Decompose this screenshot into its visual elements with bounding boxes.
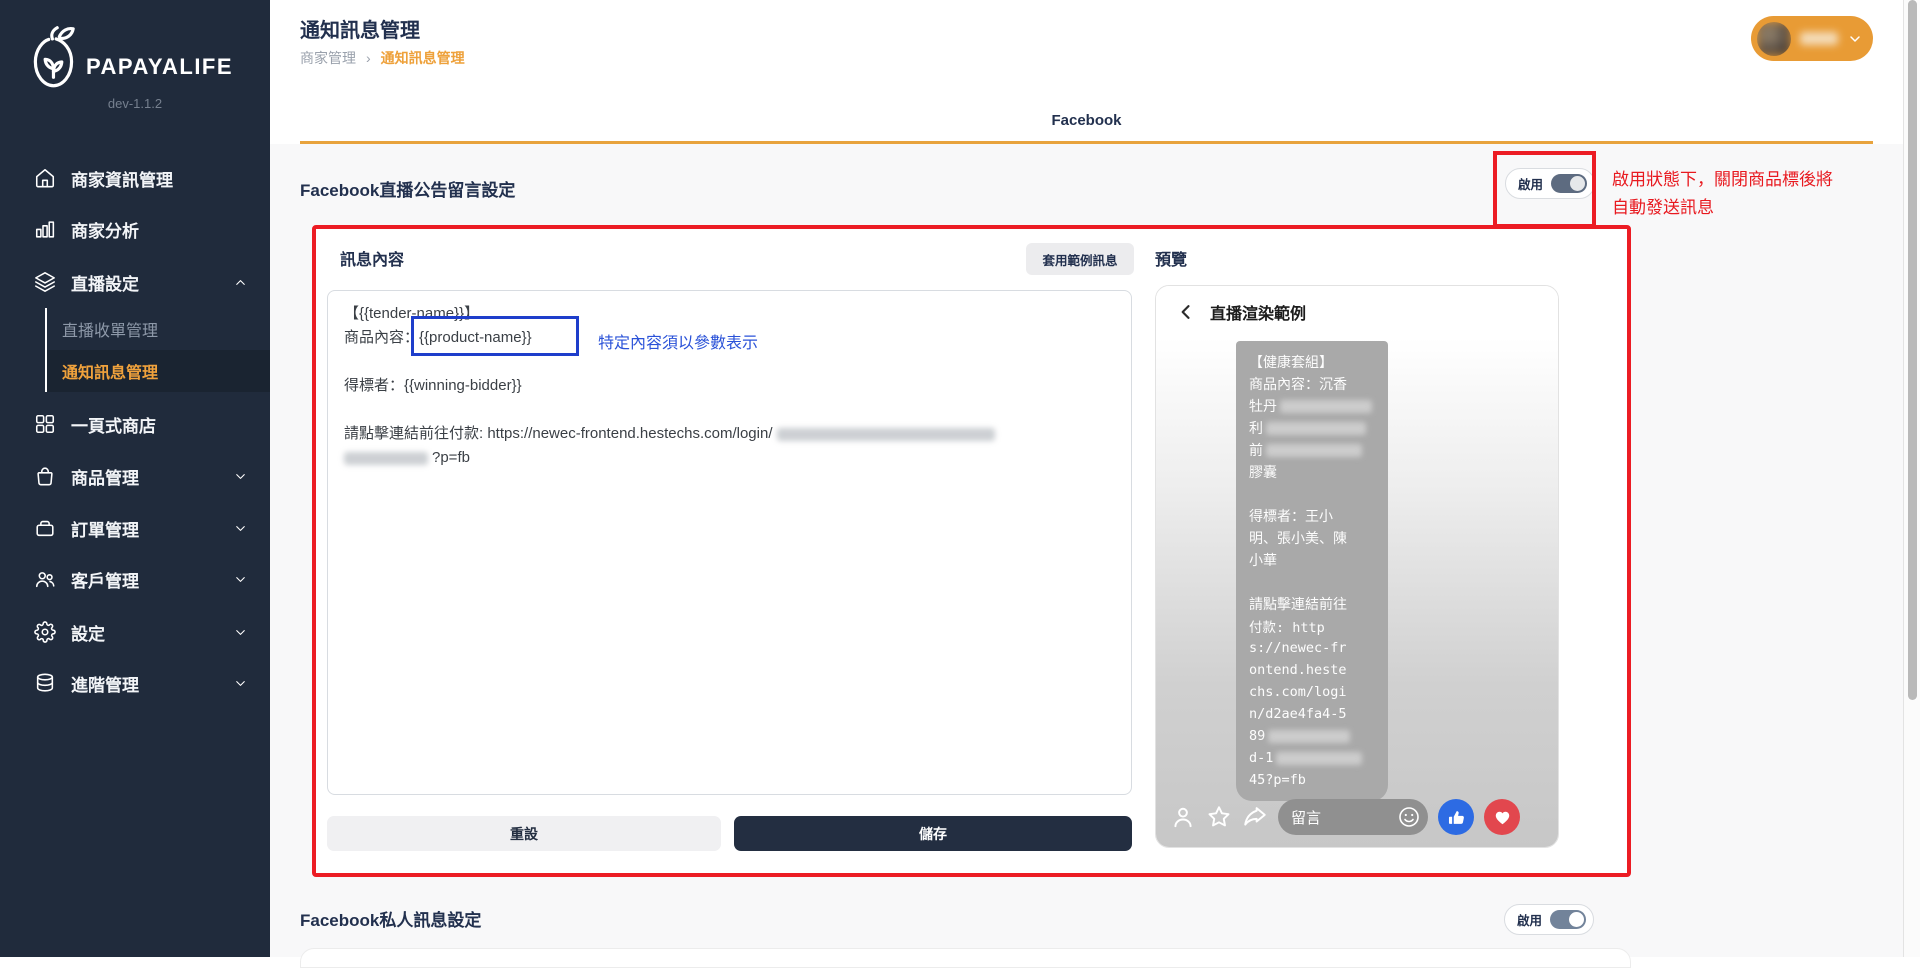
grid-icon <box>34 413 56 435</box>
live-preview-card: 直播渲染範例 【健康套組】 商品內容：沉香 牡丹 利 前 膠囊 得標者：王小 明… <box>1155 285 1559 848</box>
annotation-blue-text: 特定內容須以參數表示 <box>598 329 758 353</box>
sidebar-subitem-notification-messages[interactable]: 通知訊息管理 <box>45 350 270 392</box>
comment-input: 留言 <box>1278 799 1428 835</box>
breadcrumb: 商家管理 › 通知訊息管理 <box>300 48 465 68</box>
message-template-textarea[interactable]: 【{{tender-name}}】 商品內容：{{product-name}} … <box>327 290 1132 795</box>
sidebar-item-label: 一頁式商店 <box>71 412 156 437</box>
users-icon <box>34 568 56 590</box>
database-icon <box>34 672 56 694</box>
chevron-down-icon <box>233 521 248 536</box>
template-blank-line <box>344 350 1115 374</box>
like-button <box>1438 799 1474 835</box>
preview-message-bubble: 【健康套組】 商品內容：沉香 牡丹 利 前 膠囊 得標者：王小 明、張小美、陳 … <box>1236 341 1388 801</box>
redacted-text <box>1280 400 1372 413</box>
template-line: 請點擊連結前往付款: https://newec-frontend.hestec… <box>344 422 1115 446</box>
toggle-switch-on[interactable] <box>1550 910 1586 929</box>
chevron-down-icon <box>233 676 248 691</box>
chevron-down-icon <box>1847 31 1863 47</box>
annotation-red-text: 啟用狀態下，關閉商品標後將 自動發送訊息 <box>1612 166 1833 222</box>
section-title-private-message: Facebook私人訊息設定 <box>300 906 481 931</box>
save-button[interactable]: 儲存 <box>734 816 1132 851</box>
preview-action-bar: 留言 <box>1170 797 1544 837</box>
sidebar: PAPAYALIFE dev-1.1.2 商家資訊管理 商家分析 直播設定 直播… <box>0 0 270 957</box>
order-box-icon <box>34 517 56 539</box>
sidebar-item-label: 設定 <box>71 620 105 645</box>
user-menu-button[interactable] <box>1751 16 1873 61</box>
emoji-icon <box>1397 805 1421 829</box>
back-chevron-icon <box>1176 302 1196 322</box>
reset-button[interactable]: 重設 <box>327 816 721 851</box>
brand-name: PAPAYALIFE <box>86 54 233 80</box>
submenu-indicator-line <box>45 308 47 392</box>
template-line: 【{{tender-name}}】 <box>344 302 1115 326</box>
template-line: 得標者：{{winning-bidder}} <box>344 374 1115 398</box>
toggle-label: 啟用 <box>1518 174 1543 193</box>
comment-placeholder: 留言 <box>1291 807 1321 828</box>
template-line: ?p=fb <box>344 446 1115 470</box>
share-icon <box>1242 804 1268 830</box>
sidebar-item-customer-management[interactable]: 客戶管理 <box>0 557 270 601</box>
sidebar-item-settings[interactable]: 設定 <box>0 610 270 654</box>
preview-live-screen: 【健康套組】 商品內容：沉香 牡丹 利 前 膠囊 得標者：王小 明、張小美、陳 … <box>1156 338 1558 848</box>
sidebar-item-merchant-analytics[interactable]: 商家分析 <box>0 207 270 251</box>
redacted-text <box>1276 752 1362 765</box>
live-settings-submenu: 直播收單管理 通知訊息管理 <box>0 308 270 392</box>
sidebar-item-label: 直播設定 <box>71 270 139 295</box>
sidebar-item-live-settings[interactable]: 直播設定 <box>0 260 270 304</box>
bar-chart-icon <box>34 218 56 240</box>
sidebar-item-label: 商家資訊管理 <box>71 166 173 191</box>
section-title-announcement: Facebook直播公告留言設定 <box>300 176 515 201</box>
tab-active-underline <box>300 141 1873 144</box>
heart-button <box>1484 799 1520 835</box>
redacted-text <box>1266 444 1362 457</box>
redacted-text <box>1268 730 1350 743</box>
papaya-logo-icon <box>30 24 78 90</box>
page-title: 通知訊息管理 <box>300 14 420 43</box>
private-message-panel <box>300 948 1631 968</box>
home-icon <box>34 167 56 189</box>
sidebar-item-order-management[interactable]: 訂單管理 <box>0 506 270 550</box>
breadcrumb-current: 通知訊息管理 <box>381 48 465 68</box>
redacted-text <box>344 452 428 465</box>
user-name-redacted <box>1800 32 1838 45</box>
chevron-down-icon <box>233 469 248 484</box>
sidebar-item-label: 進階管理 <box>71 671 139 696</box>
sidebar-item-label: 商家分析 <box>71 217 139 242</box>
tab-facebook[interactable]: Facebook <box>270 112 1903 129</box>
gear-icon <box>34 621 56 643</box>
sidebar-item-advanced-management[interactable]: 進階管理 <box>0 661 270 705</box>
sidebar-subitem-live-orders[interactable]: 直播收單管理 <box>45 308 270 350</box>
layers-icon <box>34 271 56 293</box>
star-icon <box>1206 804 1232 830</box>
breadcrumb-separator: › <box>366 50 371 66</box>
chevron-up-icon <box>233 275 248 290</box>
sidebar-item-label: 商品管理 <box>71 464 139 489</box>
preview-header-title: 直播渲染範例 <box>1210 300 1306 324</box>
message-content-title: 訊息內容 <box>340 246 404 270</box>
scrollbar-thumb[interactable] <box>1908 0 1917 700</box>
preview-title: 預覽 <box>1155 246 1187 270</box>
private-message-enable-toggle[interactable]: 啟用 <box>1504 904 1594 935</box>
announcement-enable-toggle[interactable]: 啟用 <box>1505 168 1595 199</box>
breadcrumb-root[interactable]: 商家管理 <box>300 48 356 68</box>
sidebar-item-label: 訂單管理 <box>71 516 139 541</box>
toggle-switch-on[interactable] <box>1551 174 1587 193</box>
redacted-text <box>777 428 995 441</box>
apply-sample-message-button[interactable]: 套用範例訊息 <box>1026 243 1134 275</box>
template-param-product-name: {{product-name}} <box>419 326 532 350</box>
sidebar-item-one-page-store[interactable]: 一頁式商店 <box>0 402 270 446</box>
sidebar-item-merchant-info[interactable]: 商家資訊管理 <box>0 156 270 200</box>
sidebar-item-product-management[interactable]: 商品管理 <box>0 454 270 498</box>
template-blank-line <box>344 398 1115 422</box>
chevron-down-icon <box>233 572 248 587</box>
redacted-text <box>1266 422 1366 435</box>
shopping-bag-icon <box>34 465 56 487</box>
chevron-down-icon <box>233 625 248 640</box>
app-version: dev-1.1.2 <box>0 96 270 111</box>
avatar <box>1757 22 1791 56</box>
preview-header: 直播渲染範例 <box>1156 286 1558 338</box>
toggle-label: 啟用 <box>1517 910 1542 929</box>
person-icon <box>1170 804 1196 830</box>
sidebar-item-label: 客戶管理 <box>71 567 139 592</box>
